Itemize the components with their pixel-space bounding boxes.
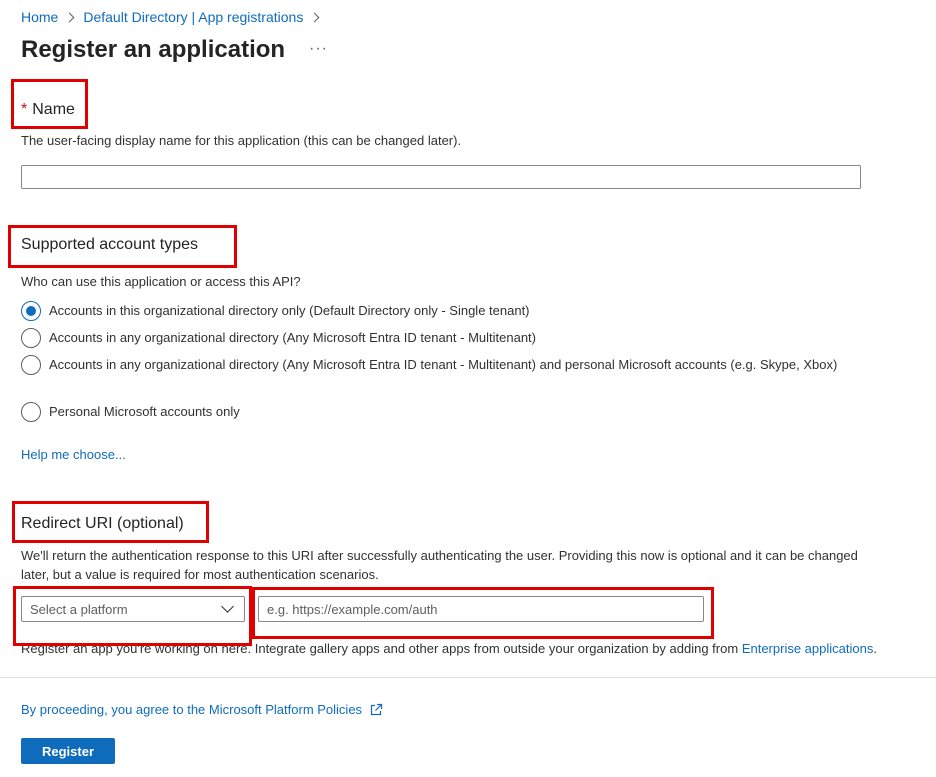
highlight-box-redirect-uri-input [252,587,714,639]
external-link-icon [370,703,383,715]
highlight-box-name [11,79,88,129]
highlight-box-redirect-uri [12,501,209,543]
radio-personal-only[interactable] [21,402,41,422]
account-option-multitenant[interactable]: Accounts in any organizational directory… [21,328,901,348]
account-option-personal-only[interactable]: Personal Microsoft accounts only [21,402,901,422]
radio-single-tenant[interactable] [21,301,41,321]
register-note-end: . [873,641,877,656]
register-button[interactable]: Register [21,738,115,764]
divider [0,677,936,678]
highlight-box-platform-select [13,586,252,646]
account-types-question: Who can use this application or access t… [21,274,301,289]
more-options-icon[interactable]: ··· [309,40,328,58]
account-option-multitenant-personal[interactable]: Accounts in any organizational directory… [21,355,861,375]
radio-label: Accounts in any organizational directory… [49,330,536,345]
breadcrumb: Home Default Directory | App registratio… [21,9,328,25]
breadcrumb-app-registrations[interactable]: Default Directory | App registrations [83,9,303,25]
chevron-right-icon [309,12,320,22]
redirect-uri-description: We'll return the authentication response… [21,548,858,582]
name-description: The user-facing display name for this ap… [21,133,462,148]
help-me-choose-link[interactable]: Help me choose... [21,447,126,462]
platform-policies-text: By proceeding, you agree to the Microsof… [21,702,363,717]
radio-label: Accounts in this organizational director… [49,303,530,318]
enterprise-applications-link[interactable]: Enterprise applications [742,641,874,656]
radio-label: Personal Microsoft accounts only [49,404,240,419]
radio-multitenant-personal[interactable] [21,355,41,375]
account-option-single-tenant[interactable]: Accounts in this organizational director… [21,301,901,321]
radio-multitenant[interactable] [21,328,41,348]
chevron-right-icon [64,12,75,22]
page-title: Register an application [21,36,286,63]
breadcrumb-home[interactable]: Home [21,9,58,25]
name-input[interactable] [21,165,861,189]
highlight-box-account-types [8,225,237,268]
platform-policies-link[interactable]: By proceeding, you agree to the Microsof… [21,702,383,717]
radio-label: Accounts in any organizational directory… [49,357,838,372]
